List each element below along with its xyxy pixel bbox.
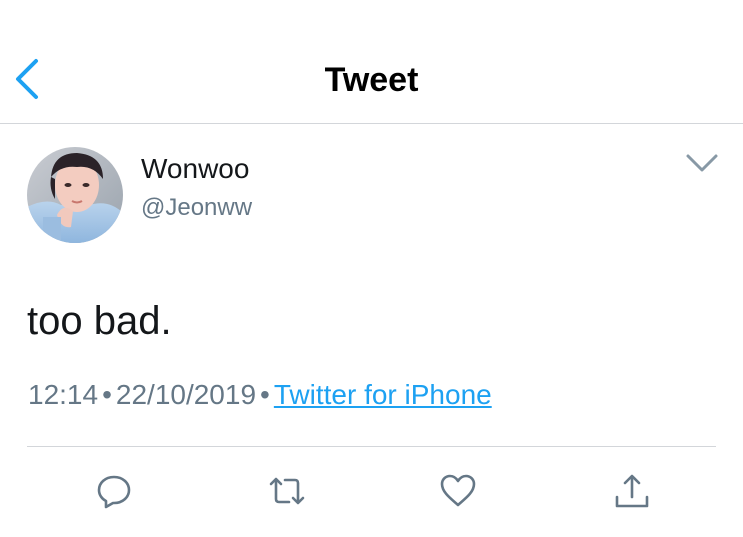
like-icon (440, 474, 476, 507)
retweet-button[interactable] (267, 471, 307, 511)
tweet-metadata: 12:14 • 22/10/2019 • Twitter for iPhone (28, 377, 492, 413)
avatar-image (27, 147, 123, 243)
user-handle[interactable]: @Jeonww (141, 192, 252, 224)
navigation-bar: Tweet (0, 0, 743, 124)
separator-dot: • (102, 379, 112, 410)
retweet-icon (269, 477, 305, 505)
share-icon (615, 474, 649, 508)
display-name[interactable]: Wonwoo (141, 151, 249, 187)
tweet-source-link[interactable]: Twitter for iPhone (274, 379, 492, 410)
page-title: Tweet (324, 61, 419, 99)
tweet-detail-screen: Tweet Wonwoo @Jeonww too bad. 12:14 • 22… (0, 0, 743, 537)
tweet-menu-button[interactable] (682, 148, 722, 178)
reply-icon (97, 475, 131, 509)
separator-dot: • (260, 379, 270, 410)
reply-button[interactable] (94, 471, 134, 511)
tweet-text: too bad. (27, 299, 172, 343)
divider (27, 446, 716, 447)
tweet-time: 12:14 (28, 379, 99, 410)
chevron-down-icon (686, 154, 718, 172)
share-button[interactable] (612, 471, 652, 511)
like-button[interactable] (438, 471, 478, 511)
tweet-date: 22/10/2019 (115, 379, 257, 410)
avatar[interactable] (27, 147, 123, 243)
